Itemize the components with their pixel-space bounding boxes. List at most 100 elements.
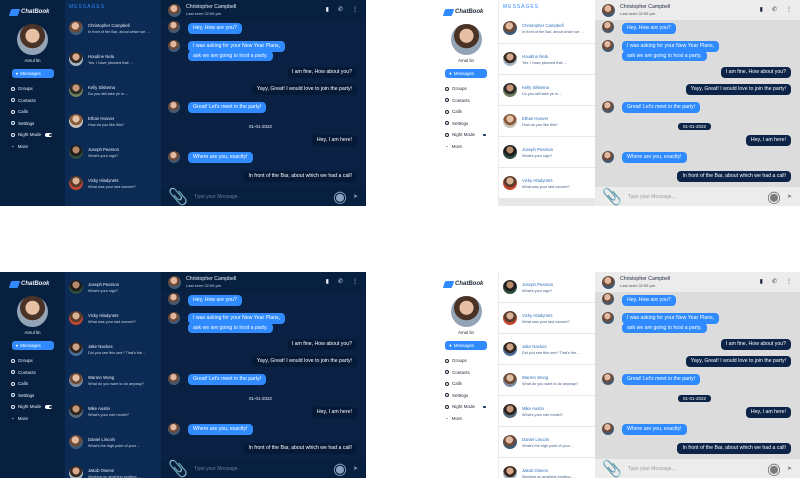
app-name: ChatBook (21, 281, 50, 287)
more-options-icon[interactable]: ⋮ (786, 7, 792, 13)
microphone-icon[interactable]: ◉ (767, 459, 781, 478)
attachment-icon[interactable]: 📎 (602, 459, 622, 478)
sidebar-item-calls[interactable]: Calls (445, 106, 498, 118)
message-input[interactable]: Type your Message... (628, 466, 761, 472)
sidebar-item-night-mode[interactable]: Night Mode (445, 129, 498, 141)
sidebar-item-more[interactable]: ⌄ More (445, 141, 498, 153)
sidebar-item-contacts[interactable]: Contacts (11, 367, 65, 379)
more-options-icon[interactable]: ⋮ (352, 279, 358, 285)
contact-list-item[interactable]: Joseph Pearson What's your sign? (65, 272, 161, 302)
contact-list-item[interactable]: Joseph Pearson What's your sign? (499, 137, 595, 167)
attachment-icon[interactable]: 📎 (168, 459, 188, 478)
video-call-icon[interactable]: ▮ (326, 7, 329, 13)
outgoing-message: Hey, I am here! (745, 407, 791, 418)
sidebar-item-contacts[interactable]: Contacts (445, 367, 498, 379)
sidebar-item-calls[interactable]: Calls (11, 106, 65, 118)
contact-avatar[interactable] (602, 3, 615, 17)
microphone-icon[interactable]: ◉ (767, 187, 781, 207)
sidebar-item-settings[interactable]: Settings (445, 390, 498, 402)
phone-icon[interactable]: ✆ (338, 7, 343, 13)
messages-nav-button[interactable]: ● Messages (11, 341, 54, 350)
message-input[interactable]: Type your Message... (628, 194, 761, 200)
contact-list-item[interactable]: Houdine Nela Yes, I have planned that ... (65, 44, 161, 74)
contact-list-item[interactable]: Kelly Sikkema Do you still take ye m ... (65, 75, 161, 105)
phone-icon[interactable]: ✆ (772, 279, 777, 285)
contact-list-item[interactable]: Mike Austin What's your role model? (499, 396, 595, 426)
more-options-icon[interactable]: ⋮ (352, 7, 358, 13)
phone-icon[interactable]: ✆ (772, 7, 777, 13)
sidebar-item-settings[interactable]: Settings (445, 118, 498, 130)
video-call-icon[interactable]: ▮ (760, 7, 763, 13)
gear-icon (445, 393, 449, 398)
message-input[interactable]: Type your Message... (194, 194, 327, 200)
user-avatar[interactable] (450, 24, 482, 55)
sidebar-item-settings[interactable]: Settings (11, 390, 65, 402)
contact-list-item[interactable]: Mike Austin What's your role model? (65, 396, 161, 426)
contact-list-item[interactable]: Vicky Hladynets What was your last concer… (499, 303, 595, 333)
contact-list-item[interactable]: Daniel Lincoln What's the high point of y… (499, 427, 595, 457)
contact-list-item[interactable]: Kelly Sikkema Do you still take ye m ... (499, 75, 595, 105)
message-input[interactable]: Type your Message... (194, 466, 327, 472)
contact-last-message: What was your last concert? (88, 319, 136, 324)
video-call-icon[interactable]: ▮ (760, 279, 763, 285)
phone-icon[interactable]: ✆ (338, 279, 343, 285)
contact-list-item[interactable]: Ethan Hoover How do you like this? (499, 106, 595, 136)
date-separator: 01-01-2022 (678, 123, 712, 130)
sidebar-item-more[interactable]: ⌄ More (445, 413, 498, 425)
contact-avatar[interactable] (602, 275, 615, 289)
contact-list-item[interactable]: Jakob Owens Working on anything exciting … (65, 458, 161, 478)
video-call-icon[interactable]: ▮ (326, 279, 329, 285)
sidebar-item-night-mode[interactable]: Night Mode (11, 129, 65, 141)
send-icon[interactable]: ➤ (787, 465, 792, 472)
contact-list-item[interactable]: Vicky Hladynets What was your last concer… (65, 168, 161, 198)
contact-avatar[interactable] (168, 3, 181, 17)
contact-list-item[interactable]: Christopher Campbell In front of the Bar,… (499, 13, 595, 43)
sidebar-item-contacts[interactable]: Contacts (445, 95, 498, 107)
sidebar-item-groups[interactable]: Groups (445, 83, 498, 95)
contact-list-item[interactable]: Daniel Lincoln What's the high point of y… (65, 427, 161, 457)
user-avatar[interactable] (17, 296, 48, 327)
sidebar-item-calls[interactable]: Calls (445, 378, 498, 390)
contact-list-item[interactable]: Ethan Hoover How do you like this? (65, 106, 161, 136)
sidebar-item-night-mode[interactable]: Night Mode (445, 401, 498, 413)
sidebar-item-night-mode[interactable]: Night Mode (11, 401, 65, 413)
send-icon[interactable]: ➤ (353, 465, 358, 472)
contact-list-item[interactable]: Warren Wong What do you want to do anyway… (65, 365, 161, 395)
messages-nav-button[interactable]: ● Messages (445, 341, 487, 350)
attachment-icon[interactable]: 📎 (602, 187, 622, 207)
sidebar-item-more[interactable]: ⌄ More (11, 141, 65, 153)
contact-list-item[interactable]: Houdine Nela Yes, I have planned that ... (499, 44, 595, 74)
more-options-icon[interactable]: ⋮ (786, 279, 792, 285)
message-composer: 📎 Type your Message... ◉ ➤ (161, 459, 366, 478)
microphone-icon[interactable]: ◉ (333, 459, 347, 478)
sidebar-item-groups[interactable]: Groups (11, 355, 65, 367)
send-icon[interactable]: ➤ (353, 193, 358, 200)
night-mode-toggle[interactable] (45, 405, 53, 409)
night-mode-toggle[interactable] (479, 133, 487, 137)
contact-list-item[interactable]: Vicky Hladynets What was your last concer… (499, 168, 595, 198)
contact-list-item[interactable]: Joseph Pearson What's your sign? (499, 272, 595, 302)
attachment-icon[interactable]: 📎 (168, 187, 188, 207)
messages-nav-button[interactable]: ● Messages (11, 69, 54, 78)
night-mode-toggle[interactable] (479, 405, 487, 409)
contact-avatar[interactable] (168, 275, 181, 289)
messages-nav-button[interactable]: ● Messages (445, 69, 487, 78)
contact-list-item[interactable]: Warren Wong What do you want to do anyway… (499, 365, 595, 395)
contact-list-item[interactable]: Jakob Owens Working on anything exciting … (499, 458, 595, 478)
user-avatar[interactable] (17, 24, 48, 55)
contact-list-item[interactable]: Christopher Campbell In front of the Bar,… (65, 13, 161, 43)
contact-list-item[interactable]: Jake Nackos Did you see this one? That's … (499, 334, 595, 364)
sidebar-item-groups[interactable]: Groups (445, 355, 498, 367)
contact-list-item[interactable]: Joseph Pearson What's your sign? (65, 137, 161, 167)
contact-list-item[interactable]: Vicky Hladynets What was your last concer… (65, 303, 161, 333)
microphone-icon[interactable]: ◉ (333, 187, 347, 207)
sidebar-item-calls[interactable]: Calls (11, 378, 65, 390)
sidebar-item-more[interactable]: ⌄ More (11, 413, 65, 425)
contact-list-item[interactable]: Jake Nackos Did you see this one? That's … (65, 334, 161, 364)
user-avatar[interactable] (450, 296, 482, 327)
sidebar-item-settings[interactable]: Settings (11, 118, 65, 130)
send-icon[interactable]: ➤ (787, 193, 792, 200)
sidebar-item-groups[interactable]: Groups (11, 83, 65, 95)
sidebar-item-contacts[interactable]: Contacts (11, 95, 65, 107)
night-mode-toggle[interactable] (45, 133, 53, 137)
